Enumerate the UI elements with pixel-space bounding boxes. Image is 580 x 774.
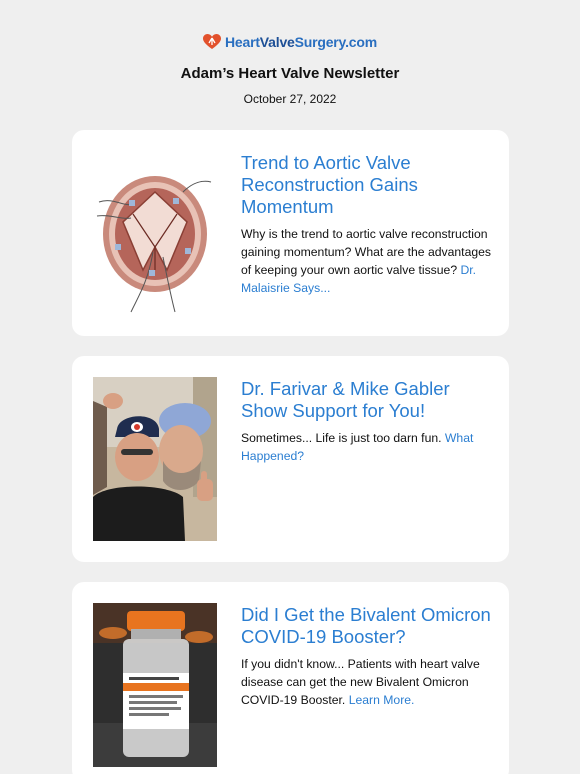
read-more-link[interactable]: Learn More. <box>349 693 415 707</box>
logo-text-surgery: Surgery.com <box>294 34 378 50</box>
newsletter-title: Adam’s Heart Valve Newsletter <box>180 65 400 82</box>
article-image-aortic-valve[interactable] <box>93 152 217 316</box>
article-image-covid-vaccine[interactable] <box>93 603 217 767</box>
logo-text-valve: Valve <box>259 34 295 50</box>
newsletter-page: HeartValveSurgery.com Adam’s Heart Valve… <box>0 0 580 774</box>
site-logo[interactable]: HeartValveSurgery.com <box>203 34 377 50</box>
newsletter-date: October 27, 2022 <box>243 92 337 106</box>
article-card: Trend to Aortic Valve Reconstruction Gai… <box>72 130 509 336</box>
article-body: Sometimes... Life is just too darn fun. … <box>241 429 491 465</box>
article-card: Dr. Farivar & Mike Gabler Show Support f… <box>72 356 509 562</box>
heart-valve-logo-icon <box>203 34 221 49</box>
article-headline[interactable]: Did I Get the Bivalent Omicron COVID-19 … <box>241 604 491 648</box>
article-headline[interactable]: Dr. Farivar & Mike Gabler Show Support f… <box>241 378 491 422</box>
article-body: If you didn't know... Patients with hear… <box>241 655 491 709</box>
logo-text-heart: Heart <box>225 34 260 50</box>
article-summary: Sometimes... Life is just too darn fun. <box>241 431 442 445</box>
article-text: Did I Get the Bivalent Omicron COVID-19 … <box>241 604 491 709</box>
article-text: Dr. Farivar & Mike Gabler Show Support f… <box>241 378 491 465</box>
newsletter-header: HeartValveSurgery.com Adam’s Heart Valve… <box>0 0 580 106</box>
article-card: Did I Get the Bivalent Omicron COVID-19 … <box>72 582 509 774</box>
article-text: Trend to Aortic Valve Reconstruction Gai… <box>241 152 491 297</box>
article-summary: Why is the trend to aortic valve reconst… <box>241 227 491 277</box>
article-image-doctors-selfie[interactable] <box>93 377 217 541</box>
article-body: Why is the trend to aortic valve reconst… <box>241 225 491 297</box>
article-headline[interactable]: Trend to Aortic Valve Reconstruction Gai… <box>241 152 491 218</box>
